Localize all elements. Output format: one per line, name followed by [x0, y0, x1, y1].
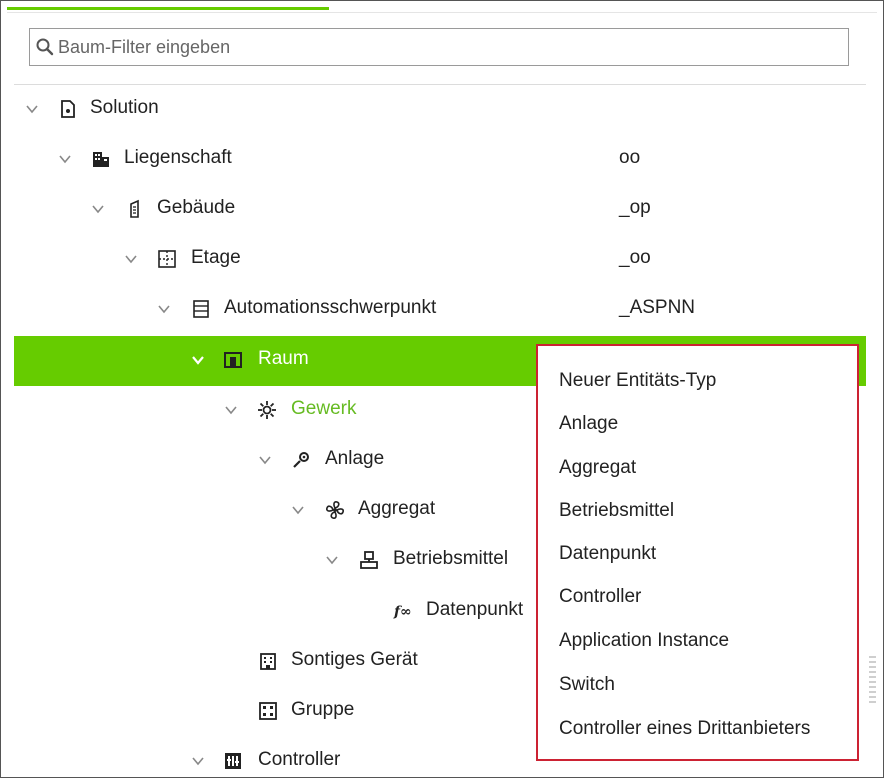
tree-item-etage[interactable]: Etage _oo [14, 235, 866, 285]
group-icon [259, 702, 277, 720]
context-menu: Neuer Entitäts-Typ Anlage Aggregat Betri… [536, 344, 859, 761]
tree-item-gebaeude[interactable]: Gebäude _op [14, 185, 866, 235]
chevron-down-icon[interactable] [224, 403, 238, 417]
tree-panel: Solution Liegenschaft oo Gebäude _op Eta… [0, 0, 884, 778]
tree-item-automationsschwerpunkt[interactable]: Automationsschwerpunkt _ASPNN [14, 285, 866, 335]
tree-item-value: oo [619, 147, 641, 168]
tree-item-label: Aggregat [358, 498, 436, 519]
chevron-down-icon[interactable] [258, 453, 272, 467]
tree-item-label: Betriebsmittel [393, 548, 509, 569]
floor-icon [158, 250, 176, 268]
trade-icon [258, 401, 276, 419]
menu-item-aggregat[interactable]: Aggregat [559, 457, 636, 479]
device-icon [260, 653, 276, 670]
chevron-down-icon[interactable] [191, 353, 205, 367]
divider [7, 12, 877, 13]
building-icon [130, 199, 139, 218]
chevron-down-icon[interactable] [191, 754, 205, 768]
property-icon [93, 152, 109, 167]
chevron-down-icon[interactable] [58, 152, 72, 166]
tree-item-label: Etage [191, 247, 241, 268]
fan-icon [326, 501, 344, 519]
tree-item-label: Sontiges Gerät [291, 649, 418, 670]
tree-item-label: Automationsschwerpunkt [224, 297, 437, 318]
tree-item-label: Gewerk [291, 398, 357, 419]
tree-item-label: Gebäude [157, 197, 236, 218]
tree-item-label: Anlage [325, 448, 385, 469]
chevron-down-icon[interactable] [325, 553, 339, 567]
search-bar [14, 14, 866, 85]
tree-item-value: _oo [619, 247, 651, 268]
resize-grip[interactable] [869, 656, 876, 716]
chevron-down-icon[interactable] [291, 503, 305, 517]
chevron-down-icon[interactable] [124, 252, 138, 266]
svg-text:f∞: f∞ [393, 604, 412, 620]
tree-item-label: Gruppe [291, 699, 355, 720]
search-input[interactable] [58, 31, 838, 63]
search-box [29, 28, 849, 66]
menu-item-anlage[interactable]: Anlage [559, 413, 618, 435]
tree-item-value: _op [619, 197, 651, 218]
tree-item-liegenschaft[interactable]: Liegenschaft oo [14, 135, 866, 185]
automation-center-icon [193, 300, 209, 318]
menu-item-application-instance[interactable]: Application Instance [559, 630, 729, 652]
tree-item-label: Solution [90, 97, 159, 118]
active-tab-indicator [7, 7, 329, 10]
menu-item-betriebsmittel[interactable]: Betriebsmittel [559, 500, 674, 522]
chevron-down-icon[interactable] [25, 102, 39, 116]
chevron-down-icon[interactable] [157, 302, 171, 316]
solution-icon [61, 100, 75, 118]
equipment-icon [360, 551, 378, 569]
tree-item-label: Raum [258, 348, 309, 369]
function-icon: f∞ [393, 604, 412, 620]
tree-item-solution[interactable]: Solution [14, 85, 866, 135]
menu-item-controller[interactable]: Controller [559, 586, 641, 608]
menu-item-datenpunkt[interactable]: Datenpunkt [559, 543, 656, 565]
room-icon [224, 352, 242, 368]
menu-item-switch[interactable]: Switch [559, 674, 615, 696]
tree-item-label: Datenpunkt [426, 599, 524, 620]
chevron-down-icon[interactable] [91, 202, 105, 216]
controller-icon [225, 753, 241, 769]
search-icon [36, 38, 54, 56]
tree-item-label: Controller [258, 749, 341, 770]
tree-item-value: _ASPNN [619, 297, 696, 318]
menu-item-third-party-controller[interactable]: Controller eines Drittanbieters [559, 718, 810, 740]
plant-icon [293, 452, 309, 468]
tree-item-label: Liegenschaft [124, 147, 232, 168]
menu-item-new-entity-type[interactable]: Neuer Entitäts-Typ [559, 370, 716, 392]
